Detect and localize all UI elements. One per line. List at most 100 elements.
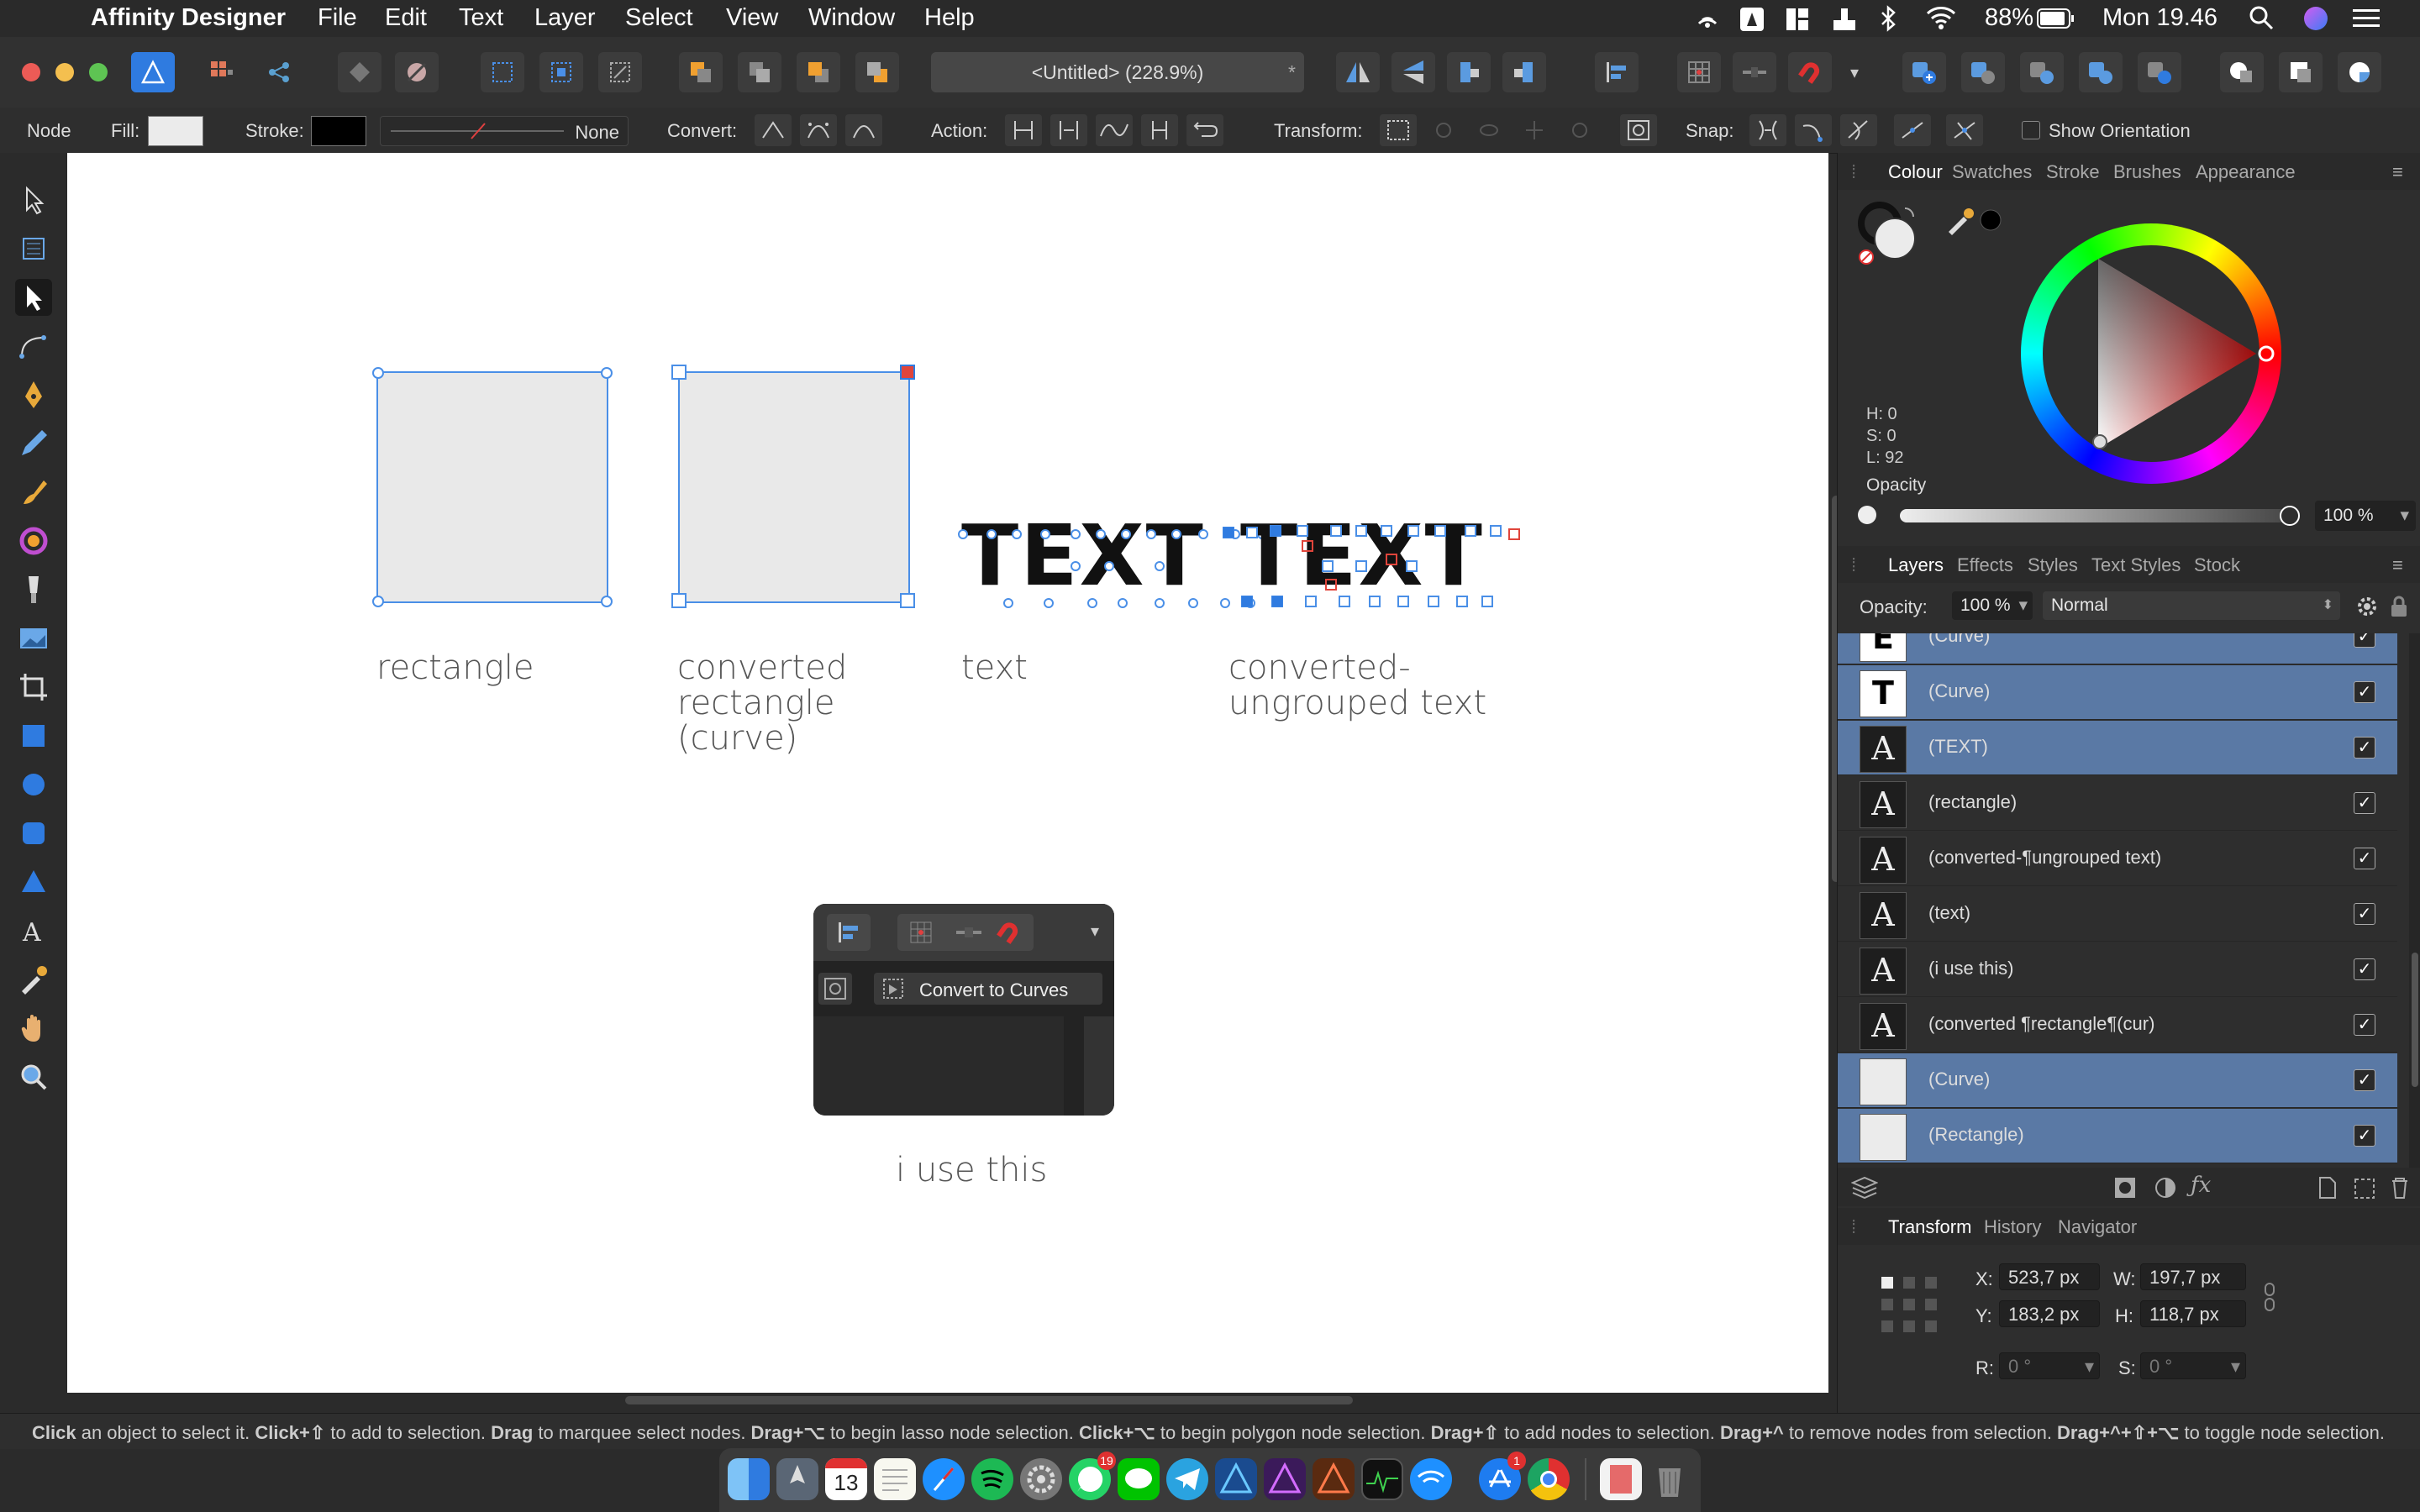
layer-row[interactable]: (Rectangle) ✓ bbox=[1838, 1109, 2397, 1163]
arrange-forward-button[interactable] bbox=[797, 52, 840, 92]
tab-effects[interactable]: Effects bbox=[1957, 554, 2013, 576]
rotation-field[interactable]: 0 ° ▾ bbox=[1999, 1352, 2100, 1379]
pen-tool[interactable] bbox=[15, 376, 52, 413]
reverse-curve-button[interactable] bbox=[1186, 114, 1223, 146]
h-field[interactable]: 118,7 px bbox=[2140, 1300, 2246, 1327]
flip-vertical-button[interactable] bbox=[1392, 52, 1435, 92]
move-tool[interactable] bbox=[15, 181, 52, 218]
node-tool[interactable] bbox=[15, 279, 52, 316]
layer-row[interactable]: A (converted-¶ungrouped text) ✓ bbox=[1838, 832, 2397, 886]
bluetooth-icon[interactable] bbox=[1876, 5, 1901, 39]
transform-hide-button[interactable] bbox=[1470, 114, 1507, 146]
layer-visibility-checkbox[interactable]: ✓ bbox=[2354, 1125, 2375, 1147]
fill-swatch[interactable] bbox=[148, 116, 203, 146]
rotate-cw-button[interactable] bbox=[1502, 52, 1546, 92]
hand-tool[interactable] bbox=[15, 1010, 52, 1047]
snapping-grid-button[interactable] bbox=[1677, 52, 1721, 92]
align-button[interactable] bbox=[1595, 52, 1639, 92]
tab-appearance[interactable]: Appearance bbox=[2196, 161, 2296, 183]
stroke-style-selector[interactable]: None bbox=[380, 116, 629, 146]
add-layer-icon[interactable] bbox=[2317, 1176, 2338, 1200]
layer-row[interactable]: A (i use this) ✓ bbox=[1838, 942, 2397, 997]
delete-layer-icon[interactable] bbox=[2389, 1176, 2411, 1200]
layer-row[interactable]: A (TEXT) ✓ bbox=[1838, 721, 2397, 775]
arrange-back-button[interactable] bbox=[679, 52, 723, 92]
fx-icon[interactable]: ƒx bbox=[2191, 1173, 2211, 1198]
convert-smart-button[interactable] bbox=[845, 114, 882, 146]
line-icon[interactable] bbox=[1118, 1458, 1160, 1500]
rectangle-tool[interactable] bbox=[15, 717, 52, 754]
snapping-options-button[interactable] bbox=[1733, 52, 1776, 92]
close-window-button[interactable] bbox=[22, 63, 40, 81]
document-stack-icon[interactable] bbox=[1600, 1458, 1642, 1500]
spotify-icon[interactable] bbox=[971, 1458, 1013, 1500]
notes-icon[interactable] bbox=[874, 1458, 916, 1500]
designer-persona-button[interactable] bbox=[131, 52, 175, 92]
fill-tool[interactable] bbox=[15, 522, 52, 559]
convert-sharp-button[interactable] bbox=[755, 114, 792, 146]
boolean-subtract-button[interactable] bbox=[1961, 52, 2005, 92]
crop-tool[interactable] bbox=[15, 669, 52, 706]
menu-app-name[interactable]: Affinity Designer bbox=[91, 4, 286, 32]
snap-curves-button[interactable] bbox=[1795, 114, 1832, 146]
affinity-designer-icon[interactable] bbox=[1215, 1458, 1257, 1500]
siri-icon[interactable] bbox=[2302, 5, 2329, 39]
panel-menu-icon[interactable]: ≡ bbox=[2392, 161, 2403, 183]
boolean-divide-button[interactable] bbox=[2138, 52, 2181, 92]
artboard-tool[interactable] bbox=[15, 230, 52, 267]
clock[interactable]: Mon 19.46 bbox=[2102, 4, 2217, 32]
grid-menu-icon[interactable] bbox=[1785, 7, 1810, 39]
rotate-ccw-button[interactable] bbox=[1447, 52, 1491, 92]
opacity-slider-thumb[interactable] bbox=[2280, 506, 2300, 526]
activity-monitor-icon[interactable] bbox=[1361, 1458, 1403, 1500]
layer-visibility-checkbox[interactable]: ✓ bbox=[2354, 633, 2375, 648]
wifi-icon[interactable] bbox=[1926, 5, 1956, 37]
converted-rectangle-shape[interactable] bbox=[678, 371, 910, 603]
blend-mode-select[interactable]: Normal ⬍ bbox=[2043, 591, 2340, 620]
snapping-magnet-button[interactable] bbox=[1788, 52, 1832, 92]
geometry-intersect-button[interactable] bbox=[2338, 52, 2381, 92]
snapping-dropdown-icon[interactable]: ▾ bbox=[1850, 62, 1859, 83]
transparency-tool[interactable] bbox=[15, 571, 52, 608]
boolean-xor-button[interactable] bbox=[2079, 52, 2123, 92]
layer-row[interactable]: A (converted ¶rectangle¶(cur) ✓ bbox=[1838, 998, 2397, 1053]
select-transform-button[interactable] bbox=[598, 52, 642, 92]
add-group-icon[interactable] bbox=[2354, 1176, 2375, 1200]
colour-wheel[interactable] bbox=[2021, 223, 2281, 484]
menu-help[interactable]: Help bbox=[924, 4, 975, 32]
tab-navigator[interactable]: Navigator bbox=[2058, 1216, 2137, 1238]
panel-menu-icon[interactable]: ≡ bbox=[2392, 554, 2403, 576]
link-proportions-icon[interactable] bbox=[2261, 1280, 2278, 1314]
flip-horizontal-button[interactable] bbox=[1336, 52, 1380, 92]
launchpad-icon[interactable] bbox=[776, 1458, 818, 1500]
document-title[interactable]: <Untitled> (228.9%) * bbox=[931, 52, 1304, 92]
tab-transform[interactable]: Transform bbox=[1888, 1216, 1971, 1238]
layer-row[interactable]: A (rectangle) ✓ bbox=[1838, 776, 2397, 831]
vector-brush-tool[interactable] bbox=[15, 474, 52, 511]
mask-icon[interactable] bbox=[2113, 1176, 2137, 1200]
calendar-icon[interactable]: 13 bbox=[825, 1458, 867, 1500]
menu-window[interactable]: Window bbox=[808, 4, 895, 32]
layers-stack-icon[interactable] bbox=[1851, 1174, 1878, 1200]
layer-visibility-checkbox[interactable]: ✓ bbox=[2354, 958, 2375, 980]
layer-row[interactable]: (Curve) ✓ bbox=[1838, 1053, 2397, 1108]
select-inverse-button[interactable] bbox=[539, 52, 583, 92]
transform-reset-button[interactable] bbox=[1620, 114, 1657, 146]
arrange-front-button[interactable] bbox=[855, 52, 899, 92]
menu-edit[interactable]: Edit bbox=[385, 4, 427, 32]
blend-mode-stepper-icon[interactable]: ⬍ bbox=[2323, 591, 2333, 620]
layer-row[interactable]: T (Curve) ✓ bbox=[1838, 665, 2397, 720]
layer-visibility-checkbox[interactable]: ✓ bbox=[2354, 1014, 2375, 1036]
rectangle-node[interactable] bbox=[601, 596, 613, 607]
export-persona-button[interactable] bbox=[257, 52, 301, 92]
ellipse-tool[interactable] bbox=[15, 766, 52, 803]
rectangle-node[interactable] bbox=[372, 367, 384, 379]
lock-icon[interactable] bbox=[2389, 595, 2409, 622]
y-field[interactable]: 183,2 px bbox=[1999, 1300, 2100, 1327]
whatsapp-icon[interactable]: 19 bbox=[1069, 1452, 1116, 1500]
safari-icon[interactable] bbox=[923, 1458, 965, 1500]
boolean-intersect-button[interactable] bbox=[2020, 52, 2064, 92]
fill-stroke-selector[interactable] bbox=[1856, 200, 1923, 267]
anchor-point-selector[interactable] bbox=[1878, 1273, 1945, 1341]
snap-tangent-button[interactable] bbox=[1840, 114, 1877, 146]
